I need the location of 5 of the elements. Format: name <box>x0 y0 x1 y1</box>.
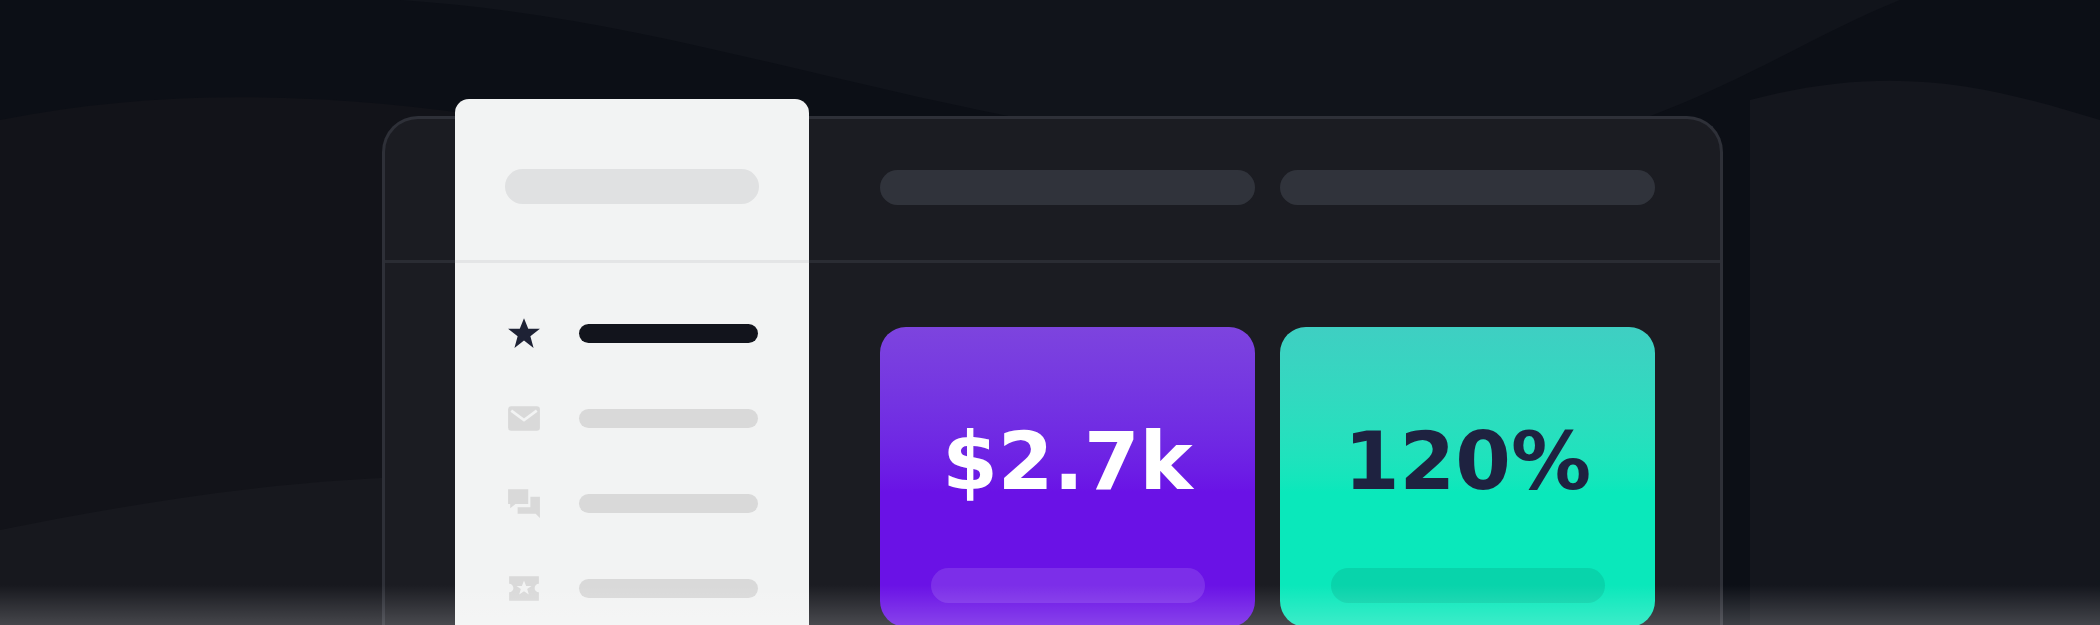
stat-value: 120% <box>1343 422 1592 502</box>
chat-bubbles-icon <box>507 486 541 520</box>
star-icon <box>507 316 541 350</box>
sidebar-item-bar[interactable] <box>579 323 758 343</box>
stat-value: $2.7k <box>942 422 1193 502</box>
